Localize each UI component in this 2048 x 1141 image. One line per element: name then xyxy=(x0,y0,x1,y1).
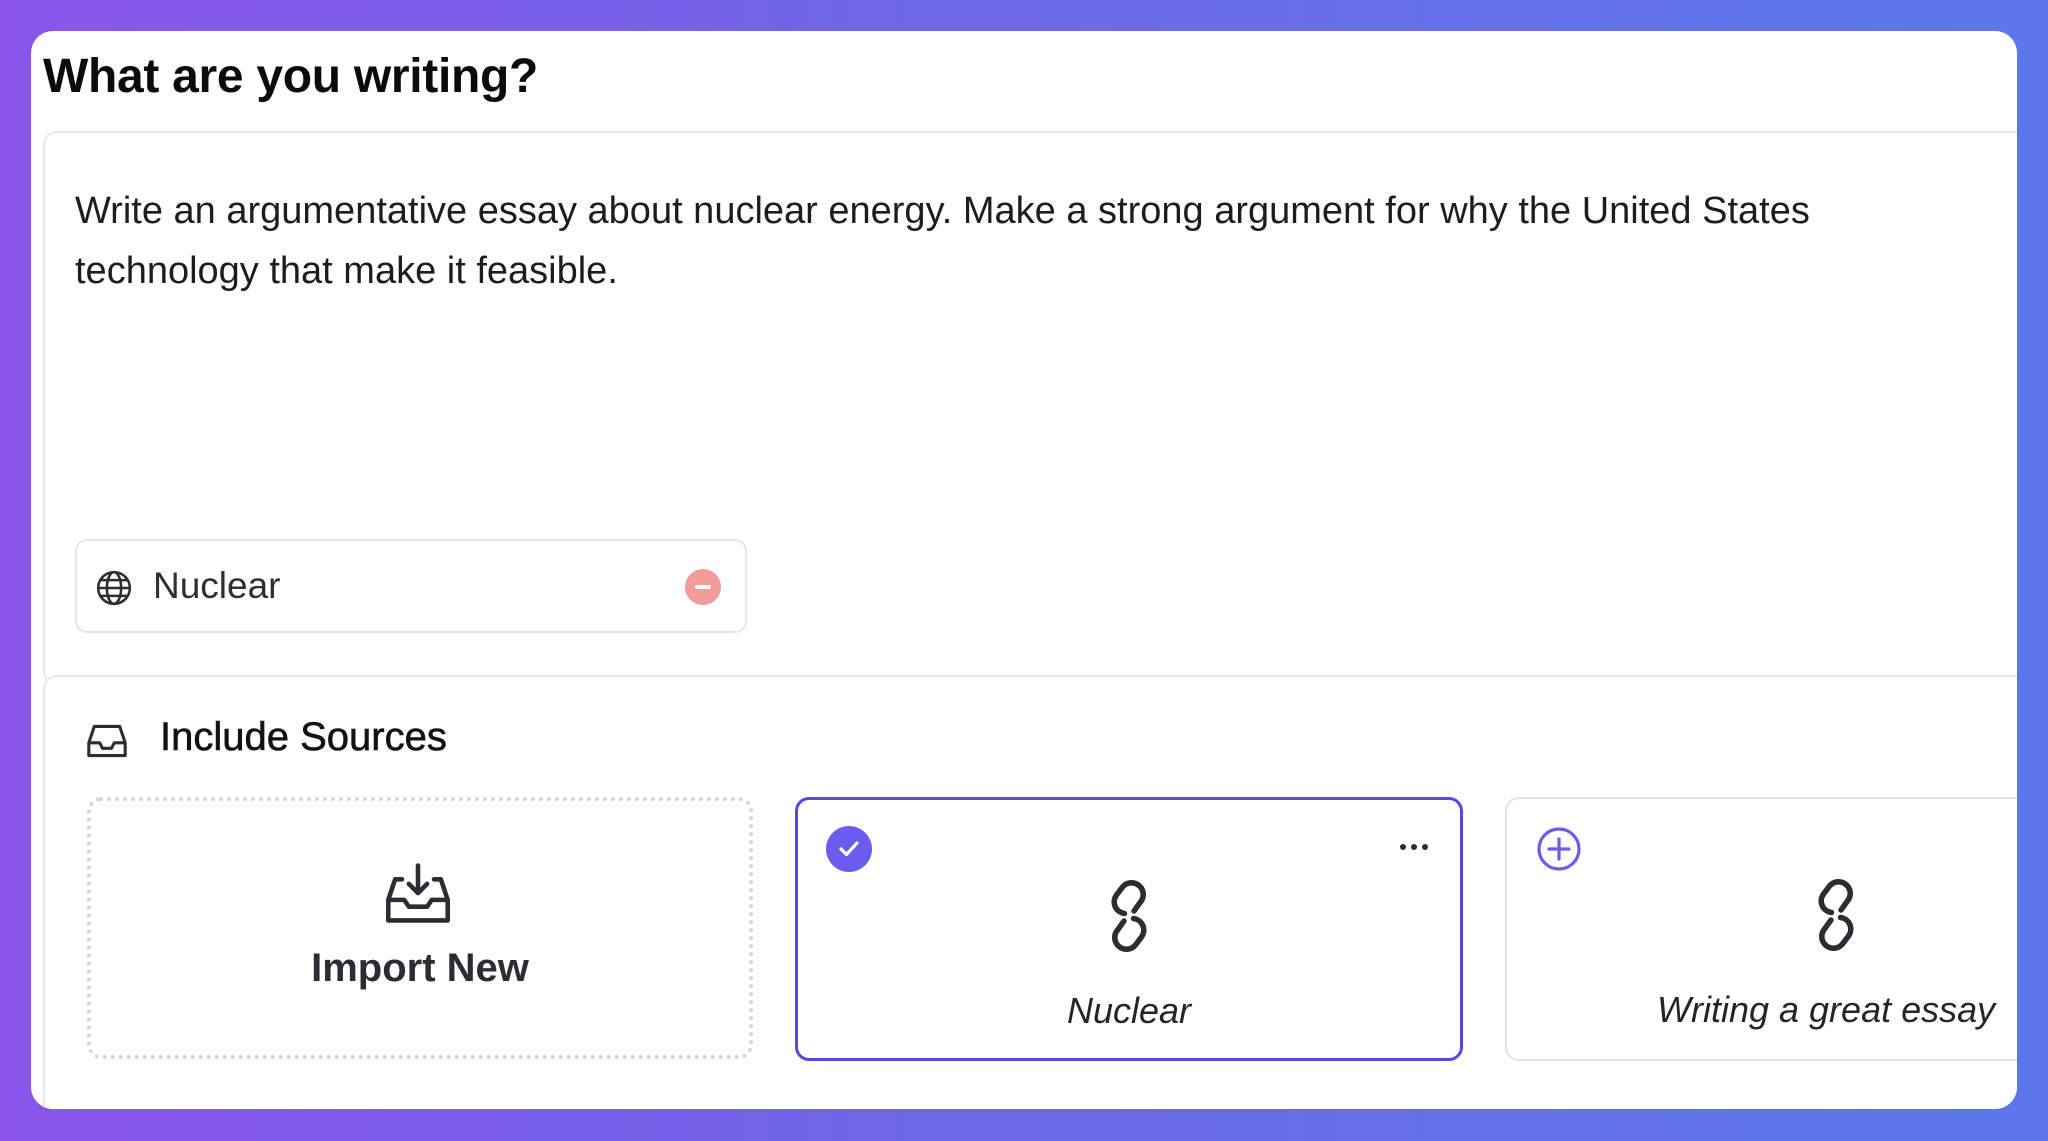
globe-icon xyxy=(96,570,132,606)
import-new-button[interactable]: Import New xyxy=(87,797,753,1059)
plus-circle-icon[interactable] xyxy=(1535,825,1583,873)
sources-title: Include Sources xyxy=(160,715,447,760)
writing-panel: What are you writing? Write an argumenta… xyxy=(31,31,2017,1109)
source-tile-writing-a-great-essay[interactable]: Writing a great essay xyxy=(1505,797,2017,1061)
source-chip-nuclear[interactable]: Nuclear xyxy=(75,539,747,633)
more-horizontal-icon[interactable] xyxy=(1398,842,1430,852)
link-icon xyxy=(1818,879,1854,951)
minus-circle-icon[interactable] xyxy=(685,569,721,605)
source-tile-nuclear[interactable]: Nuclear xyxy=(795,797,1463,1061)
import-new-label: Import New xyxy=(311,946,529,990)
page-title: What are you writing? xyxy=(43,50,539,103)
prompt-textarea[interactable]: Write an argumentative essay about nucle… xyxy=(75,181,2017,301)
chip-label: Nuclear xyxy=(153,565,281,606)
link-icon xyxy=(1111,880,1147,952)
prompt-card: Write an argumentative essay about nucle… xyxy=(43,131,2017,686)
check-circle-icon[interactable] xyxy=(826,826,872,872)
source-label: Writing a great essay xyxy=(1657,989,1996,1030)
import-download-icon xyxy=(386,863,450,923)
include-sources-card: Include Sources Import New Nuclear Writi… xyxy=(43,675,2017,1109)
inbox-icon xyxy=(87,724,127,758)
source-label: Nuclear xyxy=(1066,990,1192,1031)
